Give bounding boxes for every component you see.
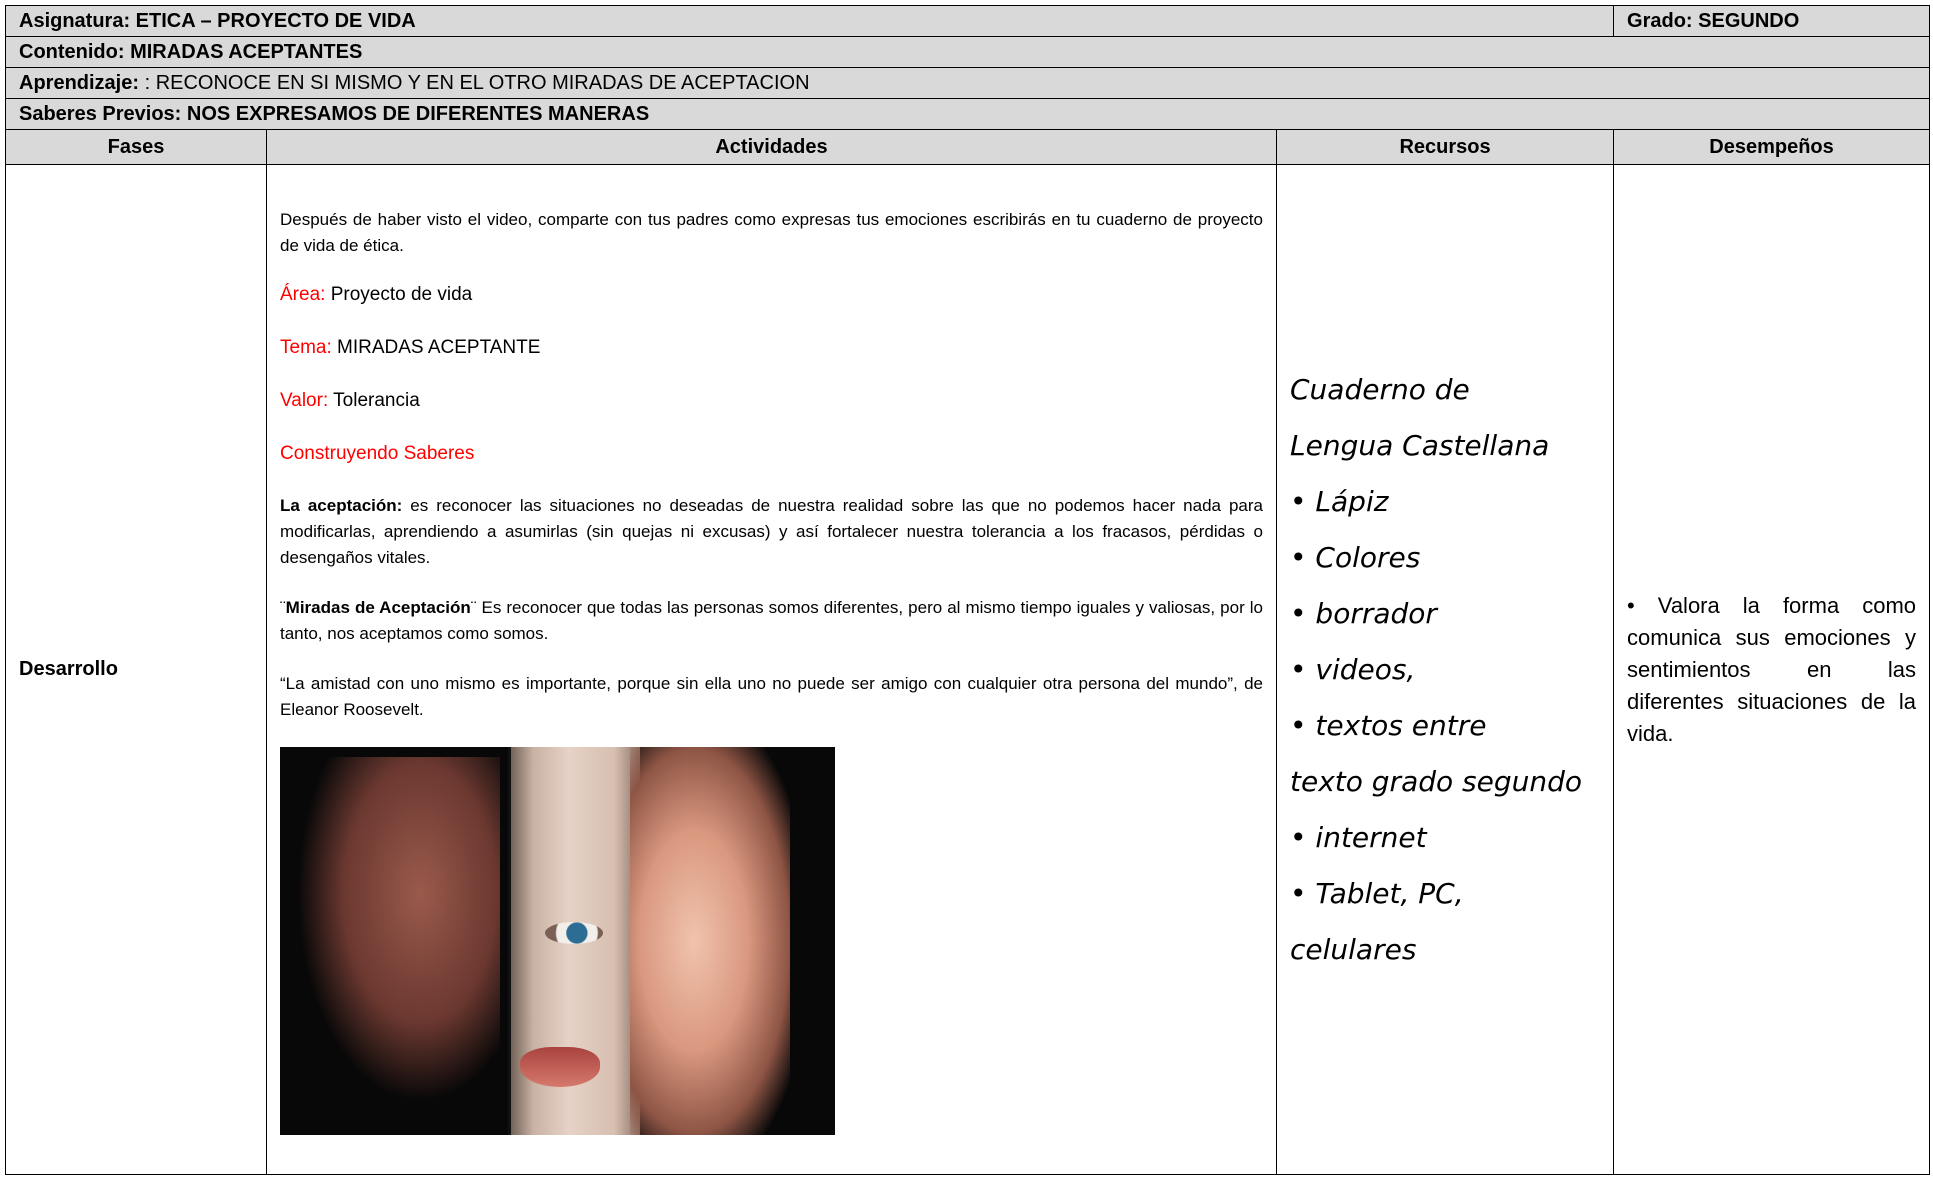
recurso-item: texto grado segundo — [1290, 764, 1583, 798]
miradas-paragraph: ¨Miradas de Aceptación¨ Es reconocer que… — [280, 595, 1263, 647]
aprendizaje-value: : RECONOCE EN SI MISMO Y EN EL OTRO MIRA… — [139, 71, 810, 94]
desempeno-text: • Valora la forma como comunica sus emoc… — [1627, 592, 1917, 746]
recurso-item: • textos entre — [1290, 708, 1487, 742]
aceptacion-term: La aceptación: — [280, 495, 403, 515]
asignatura-cell: Asignatura: ETICA – PROYECTO DE VIDA — [4, 5, 1615, 37]
saberes-row: Saberes Previos: NOS EXPRESAMOS DE DIFER… — [4, 98, 1931, 130]
column-header-row: Fases Actividades Recursos Desempeños — [5, 129, 1931, 165]
col-recursos: Recursos — [1275, 129, 1615, 165]
quote-paragraph: “La amistad con uno mismo es importante,… — [280, 673, 1263, 719]
recurso-item: Lengua Castellana — [1290, 428, 1550, 462]
valor-label: Valor: — [280, 389, 329, 411]
eye-shape — [545, 921, 603, 944]
valor-value: Tolerancia — [328, 389, 420, 411]
left-hand-shape — [300, 756, 500, 1097]
recurso-item: Cuaderno de — [1290, 372, 1470, 406]
aprendizaje-cell: Aprendizaje: : RECONOCE EN SI MISMO Y EN… — [4, 67, 1931, 99]
fase-cell: Desarrollo — [5, 164, 267, 1175]
recurso-item: • videos, — [1290, 652, 1416, 686]
actividades-cell: Después de haber visto el video, compart… — [266, 164, 1277, 1175]
valor-line: Valor: Tolerancia — [280, 387, 1263, 415]
aprendizaje-row: Aprendizaje: : RECONOCE EN SI MISMO Y EN… — [4, 67, 1931, 99]
area-label: Área: — [280, 283, 326, 305]
right-hand-shape — [630, 746, 790, 1135]
acceptance-photo — [280, 746, 835, 1135]
recurso-item: celulares — [1290, 932, 1417, 966]
recurso-item: • Lápiz — [1290, 484, 1389, 518]
contenido-cell: Contenido: MIRADAS ACEPTANTES — [4, 36, 1931, 68]
recurso-item: • borrador — [1290, 596, 1437, 630]
aceptacion-paragraph: La aceptación: es reconocer las situacio… — [280, 493, 1263, 571]
asignatura-row: Asignatura: ETICA – PROYECTO DE VIDA Gra… — [4, 5, 1931, 37]
lips-shape — [520, 1046, 600, 1087]
lesson-plan-table: Asignatura: ETICA – PROYECTO DE VIDA Gra… — [4, 5, 1931, 1175]
desempeno-cell: • Valora la forma como comunica sus emoc… — [1613, 164, 1931, 1175]
tema-value: MIRADAS ACEPTANTE — [331, 336, 541, 358]
area-line: Área: Proyecto de vida — [280, 281, 1263, 309]
aprendizaje-label: Aprendizaje: — [19, 71, 140, 94]
col-fases: Fases — [5, 129, 267, 165]
col-actividades: Actividades — [266, 129, 1277, 165]
recurso-item: • internet — [1290, 820, 1427, 854]
recurso-item: • Tablet, PC, — [1290, 876, 1464, 910]
saberes-cell: Saberes Previos: NOS EXPRESAMOS DE DIFER… — [4, 98, 1931, 130]
tema-line: Tema: MIRADAS ACEPTANTE — [280, 334, 1263, 362]
tema-label: Tema: — [280, 336, 332, 358]
aceptacion-text: es reconocer las situaciones no deseadas… — [280, 495, 1263, 567]
miradas-term: Miradas de Aceptación — [285, 597, 471, 617]
col-desempenos: Desempeños — [1613, 129, 1931, 165]
grado-cell: Grado: SEGUNDO — [1613, 5, 1931, 37]
recursos-cell: Cuaderno de Lengua Castellana • Lápiz • … — [1275, 164, 1615, 1175]
recurso-item: • Colores — [1290, 540, 1421, 574]
intro-text: Después de haber visto el video, compart… — [280, 209, 1263, 255]
area-value: Proyecto de vida — [325, 283, 473, 305]
construyendo-heading: Construyendo Saberes — [280, 442, 475, 464]
contenido-row: Contenido: MIRADAS ACEPTANTES — [4, 36, 1931, 68]
mirror-split — [508, 746, 511, 1135]
desarrollo-row: Desarrollo Después de haber visto el vid… — [5, 164, 1931, 1175]
